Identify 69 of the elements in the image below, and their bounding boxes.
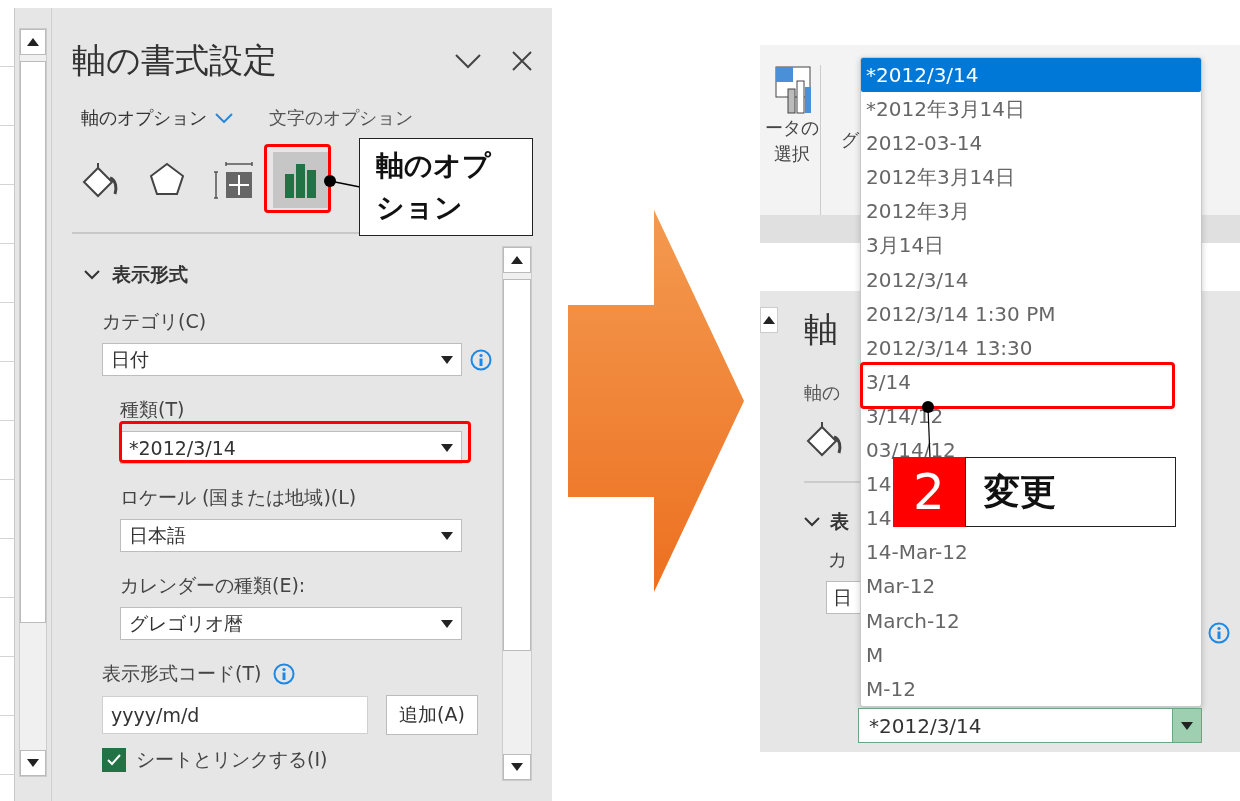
chevron-icon bbox=[804, 517, 820, 527]
info-icon[interactable] bbox=[470, 348, 492, 371]
list-option[interactable]: M-12 bbox=[861, 671, 1201, 706]
dropdown-field[interactable]: グレゴリオ暦 bbox=[120, 607, 462, 640]
section-title: 表 bbox=[830, 509, 849, 534]
pane-tab[interactable]: 文字のオプション bbox=[269, 106, 413, 130]
caret-icon bbox=[441, 531, 453, 540]
dropdown-field[interactable]: 日付 bbox=[102, 343, 462, 376]
scroll-up-icon bbox=[511, 256, 523, 264]
ribbon-label: グ bbox=[841, 128, 859, 152]
field-label: 表示形式コード(T) bbox=[102, 661, 262, 686]
caret-icon bbox=[441, 443, 453, 452]
scroll-down-icon bbox=[511, 763, 523, 771]
caret-icon bbox=[441, 355, 453, 364]
list-option[interactable]: 2012/3/14 bbox=[861, 262, 1201, 297]
ribbon-label: ータの bbox=[765, 116, 819, 140]
pane-tab[interactable]: 軸のオプション bbox=[81, 106, 233, 130]
field-label: ロケール (国または地域)(L) bbox=[120, 485, 357, 510]
list-option[interactable]: M bbox=[861, 637, 1201, 672]
dropdown-field[interactable]: *2012/3/14 bbox=[120, 431, 462, 464]
section-header[interactable]: 表示形式 bbox=[84, 262, 502, 288]
scroll-down-icon bbox=[27, 759, 39, 767]
list-option[interactable]: 2012-03-14 bbox=[861, 126, 1201, 161]
close-icon[interactable] bbox=[512, 51, 532, 71]
check-icon bbox=[107, 754, 121, 766]
list-option[interactable]: 2012/3/14 13:30 bbox=[861, 330, 1201, 365]
caret-icon bbox=[1181, 721, 1193, 730]
field-label: カ bbox=[828, 547, 847, 572]
callout-tooltip: 軸のオプション bbox=[359, 138, 533, 236]
scroll-up-icon bbox=[27, 38, 39, 46]
list-option[interactable]: 2012年3月14日 bbox=[861, 160, 1201, 195]
add-button[interactable]: 追加(A) bbox=[386, 695, 478, 735]
dropdown-field[interactable]: 日本語 bbox=[120, 519, 462, 552]
checkbox-label: シートとリンクする(I) bbox=[136, 747, 328, 772]
info-icon[interactable] bbox=[1208, 622, 1230, 644]
field-label: 種類(T) bbox=[120, 397, 185, 422]
list-option[interactable]: 3/14 bbox=[861, 364, 1201, 399]
list-option[interactable]: 2012/3/14 1:30 PM bbox=[861, 296, 1201, 331]
list-option[interactable]: 14-Mar-12 bbox=[861, 535, 1201, 570]
section-title: 表示形式 bbox=[112, 262, 188, 287]
list-option[interactable]: 2012年3月 bbox=[861, 194, 1201, 229]
field-label: カテゴリ(C) bbox=[102, 309, 207, 334]
bar-chart-icon bbox=[283, 162, 319, 198]
info-icon[interactable] bbox=[273, 663, 296, 685]
scrollbar[interactable] bbox=[760, 307, 778, 333]
scrollbar[interactable] bbox=[19, 28, 47, 777]
list-option[interactable]: 3月14日 bbox=[861, 228, 1201, 263]
dropdown-field[interactable]: *2012/3/14 bbox=[858, 708, 1202, 743]
chart-data-icon[interactable] bbox=[772, 65, 812, 115]
callout-tooltip: 変更 bbox=[965, 457, 1176, 527]
step-number-tooltip: 2 bbox=[893, 457, 965, 527]
pane-title: 軸 bbox=[804, 308, 838, 351]
format-code-field[interactable]: yyyy/m/d bbox=[102, 696, 368, 734]
caret-icon bbox=[441, 619, 453, 628]
chevron-down-icon bbox=[215, 113, 233, 123]
paint-bucket-icon bbox=[804, 419, 844, 459]
paint-bucket-icon bbox=[80, 160, 120, 200]
list-option[interactable]: *2012年3月14日 bbox=[861, 92, 1201, 127]
list-option[interactable]: *2012/3/14 bbox=[861, 58, 1201, 93]
size-properties-icon bbox=[214, 160, 254, 200]
chevron-down-icon[interactable] bbox=[454, 53, 482, 69]
scrollbar[interactable] bbox=[502, 246, 532, 781]
scroll-up-icon bbox=[763, 316, 775, 324]
ribbon-label: 選択 bbox=[774, 142, 810, 166]
pane-title: 軸の書式設定 bbox=[72, 39, 278, 82]
checkbox[interactable] bbox=[102, 748, 126, 772]
field-label: カレンダーの種類(E): bbox=[120, 573, 306, 598]
arrow-icon bbox=[568, 209, 744, 592]
chevron-icon bbox=[84, 270, 100, 280]
